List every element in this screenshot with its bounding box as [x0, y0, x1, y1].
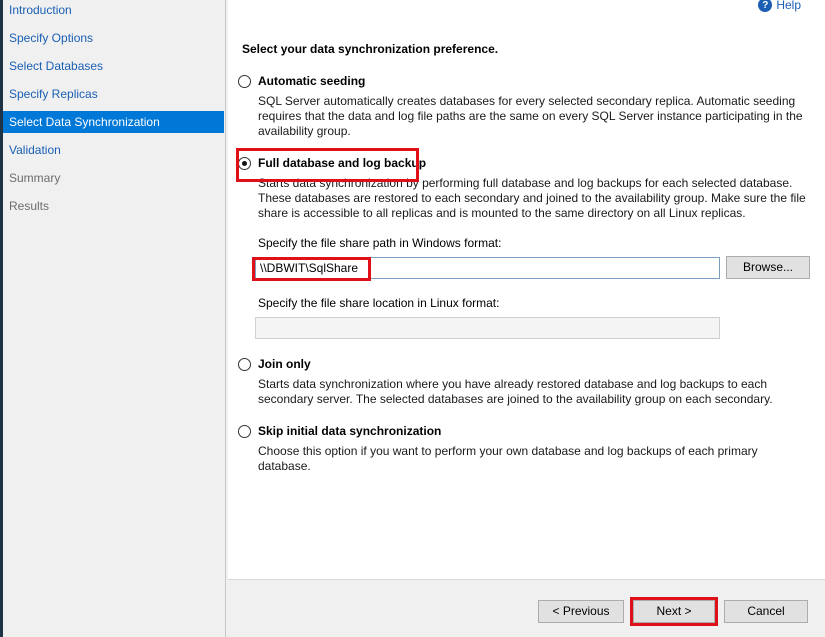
help-label: Help [776, 0, 801, 12]
skip-sync-radio[interactable] [238, 424, 251, 438]
sidebar-item-validation[interactable]: Validation [3, 139, 224, 161]
option-join-only: Join only Starts data synchronization wh… [238, 355, 808, 407]
join-only-description: Starts data synchronization where you ha… [258, 377, 773, 406]
join-only-radio-row[interactable]: Join only [238, 355, 808, 373]
automatic-seeding-description: SQL Server automatically creates databas… [258, 94, 803, 138]
join-only-radio[interactable] [238, 357, 251, 371]
help-icon: ? [758, 0, 773, 12]
join-only-label: Join only [258, 357, 311, 371]
wizard-sidebar: Introduction Specify Options Select Data… [3, 0, 226, 637]
option-full-backup: Full database and log backup Starts data… [238, 154, 808, 221]
windows-path-label: Specify the file share path in Windows f… [258, 236, 502, 250]
full-backup-description: Starts data synchronization by performin… [258, 176, 806, 220]
sidebar-item-results: Results [9, 199, 50, 213]
skip-sync-radio-row[interactable]: Skip initial data synchronization [238, 422, 808, 440]
automatic-seeding-label: Automatic seeding [258, 74, 366, 88]
sidebar-item-select-databases[interactable]: Select Databases [3, 55, 224, 77]
browse-button[interactable]: Browse... [726, 256, 810, 279]
windows-path-input[interactable]: \\DBWIT\SqlShare [255, 257, 720, 279]
skip-sync-description: Choose this option if you want to perfor… [258, 444, 758, 473]
page-title: Select your data synchronization prefere… [242, 42, 499, 56]
help-link[interactable]: ? Help [758, 0, 801, 12]
previous-button[interactable]: < Previous [538, 600, 624, 623]
automatic-seeding-radio[interactable] [238, 74, 251, 88]
full-backup-radio-row[interactable]: Full database and log backup [238, 154, 808, 172]
sidebar-item-summary: Summary [9, 171, 61, 185]
sidebar-item-specify-replicas[interactable]: Specify Replicas [3, 83, 224, 105]
full-backup-radio[interactable] [238, 156, 251, 170]
next-button[interactable]: Next > [633, 600, 715, 623]
sidebar-item-introduction[interactable]: Introduction [3, 0, 224, 21]
main-panel: ? Help Select your data synchronization … [228, 0, 825, 579]
option-automatic-seeding: Automatic seeding SQL Server automatical… [238, 72, 808, 139]
sidebar-item-select-data-synchronization[interactable]: Select Data Synchronization [3, 111, 224, 133]
sidebar-item-specify-options[interactable]: Specify Options [3, 27, 224, 49]
option-skip-sync: Skip initial data synchronization Choose… [238, 422, 808, 474]
linux-path-input[interactable] [255, 317, 720, 339]
full-backup-label: Full database and log backup [258, 156, 427, 170]
cancel-button[interactable]: Cancel [724, 600, 808, 623]
linux-path-label: Specify the file share location in Linux… [258, 296, 500, 310]
skip-sync-label: Skip initial data synchronization [258, 424, 442, 438]
wizard-footer: < Previous Next > Cancel [228, 579, 825, 637]
automatic-seeding-radio-row[interactable]: Automatic seeding [238, 72, 808, 90]
